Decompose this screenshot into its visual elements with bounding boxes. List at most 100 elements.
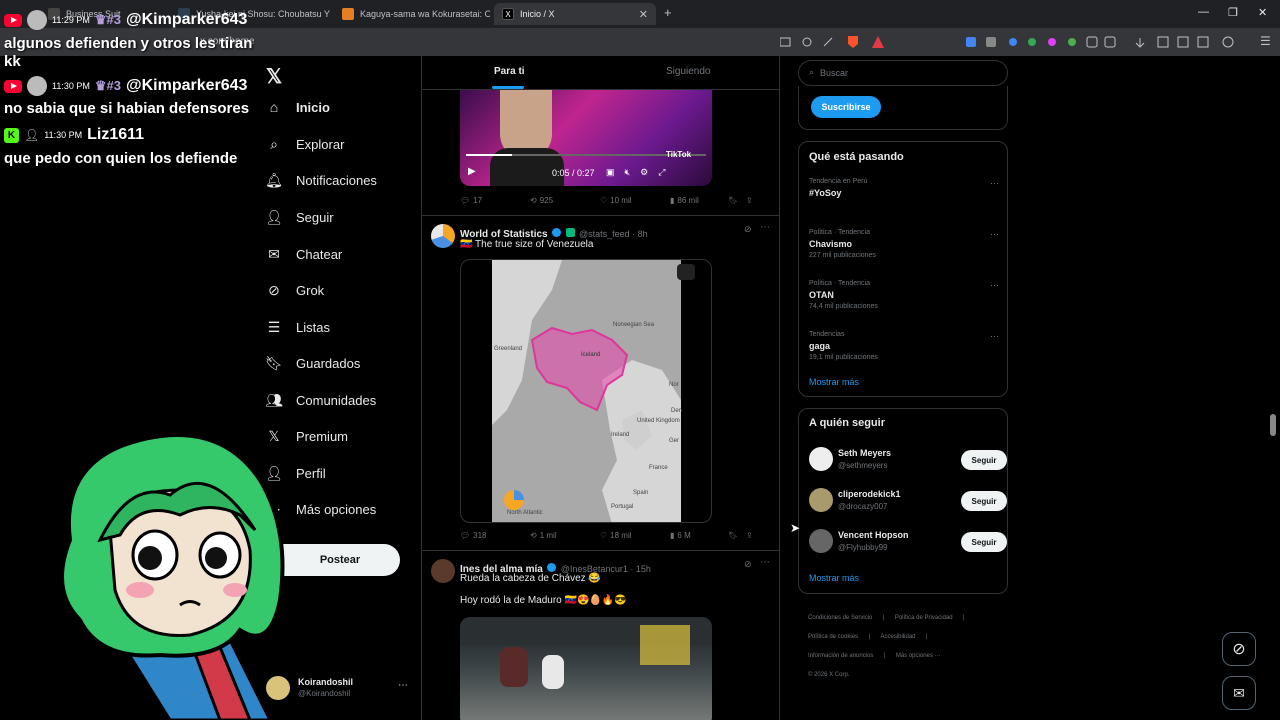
share-icon[interactable]: ⇪ [746,196,753,205]
close-window-button[interactable]: ✕ [1258,6,1267,19]
sidebar-item-label: Notificaciones [296,172,377,188]
trend-name: gaga [809,341,831,351]
messages-button[interactable]: ✉ [1222,676,1256,710]
video-player[interactable]: ▶ 0:05 / 0:27 ▣🔇︎⚙⤢ TikTok [460,90,712,186]
map-label: Den [671,408,683,414]
tweet[interactable]: World of Statistics @stats_feed · 8h ⊘ ⋯… [422,216,779,550]
new-tab-button[interactable]: + [664,5,672,20]
search-input[interactable]: ⌕ Buscar [798,60,1008,86]
like-button[interactable]: ♡ 18 mil [600,531,670,540]
grok-button[interactable]: ⊘ [1222,632,1256,666]
reply-button[interactable]: 💬︎ 318 [460,531,530,540]
repost-button[interactable]: ⟲ 1 mil [530,531,600,540]
tweet-more-icon[interactable]: ⋯ [760,222,770,233]
trend-more-icon[interactable]: ⋯ [990,229,999,240]
tweet-avatar [431,559,455,583]
sidebar-item-explorar[interactable]: ⌕ Explorar [266,136,344,152]
tweet-handle[interactable]: @stats_feed · 8h [579,229,648,239]
browser-tab-active[interactable]: X Inicio / X ✕ [494,3,656,25]
share-icon[interactable]: ⇪ [746,531,753,540]
sidebar-item-guardados[interactable]: 🔖︎ Guardados [265,355,360,371]
follow-suggestion[interactable]: Seth Meyers @sethmeyers Seguir [809,446,1009,476]
sidebar-item-seguir[interactable]: 👤︎ Seguir [265,209,333,225]
footer-link[interactable]: Accesibilidad [881,634,916,640]
sidebar-item-listas[interactable]: ☰ Listas [266,319,330,335]
chat-time: 11:30 PM [44,130,83,140]
show-more-link[interactable]: Mostrar más [809,377,859,387]
mail-icon: ✉ [268,245,280,262]
follow-button[interactable]: Seguir [961,491,1007,511]
sidebar-item-label: Inicio [296,99,330,115]
trend-meta: Política · Tendencia [809,280,870,287]
trend-more-icon[interactable]: ⋯ [990,178,999,189]
tab-close-icon[interactable]: ✕ [639,8,648,21]
follow-button[interactable]: Seguir [961,450,1007,470]
sidebar-item-label: Explorar [296,136,345,152]
scrollbar-thumb[interactable] [1270,414,1276,436]
follow-suggestion[interactable]: cliperodekick1 @drocazy007 Seguir [809,487,1009,517]
like-button[interactable]: ♡ 10 mil [600,196,670,205]
trend-item[interactable]: Política · Tendencia Chavismo 227 mil publ… [809,229,999,259]
tweet-more-icon[interactable]: ⋯ [760,557,770,568]
map-label: North Atlantic [507,510,543,516]
url-field[interactable]: x.com/home [200,34,760,50]
tab-siguiendo[interactable]: Siguiendo [666,66,710,77]
chat-message-header: 11:29 PM ♛#3 @Kimparker643 [4,10,247,30]
trends-box: Qué está pasando Tendencia en Perú #YoSoy… [798,141,1008,397]
trend-more-icon[interactable]: ⋯ [990,280,999,291]
image-overlay-icon [677,264,695,280]
chat-message-header: 11:30 PM ♛#3 @Kimparker643 [4,76,247,96]
views-count[interactable]: ▮ 6 M [670,531,728,540]
repost-button[interactable]: ⟲ 925 [530,196,600,205]
active-tab-indicator [492,86,524,89]
follow-avatar [809,488,833,512]
chat-message-text: no sabia que si habian defensores [4,100,250,117]
trend-meta: Tendencia en Perú [809,178,868,185]
x-logo-icon[interactable]: 𝕏 [266,64,282,89]
footer-link[interactable]: Política de cookies [808,634,858,640]
bookmark-icon[interactable]: 🔖︎ [728,531,746,540]
minimize-button[interactable]: — [1198,6,1209,18]
grok-icon[interactable]: ⊘ [744,559,752,570]
video-rider [500,647,528,687]
trend-item[interactable]: Política · Tendencia OTAN 74,4 mil publica… [809,280,999,310]
sidebar-item-chatear[interactable]: ✉ Chatear [266,246,342,262]
tweet-image[interactable]: Greenland Iceland Norwegian Sea United King… [460,259,712,523]
sidebar-item-comunidades[interactable]: 👥︎ Comunidades [265,392,376,408]
tab-para-ti[interactable]: Para ti [494,66,525,77]
grok-icon[interactable]: ⊘ [744,224,752,235]
footer-link[interactable]: Más opciones ··· [896,653,941,659]
reply-button[interactable]: 💬︎ 17 [460,196,530,205]
more-icon: ⋯ [398,680,408,691]
footer-link[interactable]: Información de anuncios [808,653,873,659]
map-label: Iceland [581,352,601,358]
footer-link[interactable]: Condiciones de Servicio [808,615,872,621]
subscribe-button[interactable]: Suscribirse [811,96,881,118]
follow-handle: @sethmeyers [838,461,888,470]
bookmark-icon[interactable]: 🔖︎ [728,196,746,205]
play-icon[interactable]: ▶ [468,166,476,177]
who-to-follow-box: A quién seguir Seth Meyers @sethmeyers Seg… [798,408,1008,594]
browser-menu-icon[interactable]: ☰ [1260,34,1271,48]
trend-item[interactable]: Tendencias gaga 19,1 mil publicaciones ⋯ [809,331,999,361]
follow-title: A quién seguir [809,417,885,429]
video-controls-icons[interactable]: ▣🔇︎⚙⤢ [606,167,675,178]
tweet-video[interactable] [460,617,712,720]
sidebar-item-grok[interactable]: ⊘ Grok [266,282,324,298]
footer-link[interactable]: Política de Privacidad [895,615,953,621]
maximize-button[interactable]: ❐ [1228,6,1238,19]
trend-item[interactable]: Tendencia en Perú #YoSoy ⋯ [809,178,999,201]
map-label: France [649,465,668,471]
trend-count: 74,4 mil publicaciones [809,303,878,310]
show-more-link[interactable]: Mostrar más [809,573,859,583]
tweet[interactable]: Ines del alma mía @InesBetancur1 · 15h ⊘… [422,551,779,720]
follow-button[interactable]: Seguir [961,532,1007,552]
sidebar-item-notificaciones[interactable]: 🔔︎ Notificaciones [265,172,377,188]
sidebar-item-inicio[interactable]: ⌂ Inicio [266,99,330,115]
tab-label: Inicio / X [520,9,555,19]
chat-avatar [27,76,47,96]
trend-more-icon[interactable]: ⋯ [990,331,999,342]
browser-tab[interactable]: Kaguya-sama wa Kokurasetai: Otona [334,3,490,25]
follow-suggestion[interactable]: Vencent Hopson @Flyhubby99 Seguir [809,528,1009,558]
views-count[interactable]: ▮ 86 mil [670,196,728,205]
